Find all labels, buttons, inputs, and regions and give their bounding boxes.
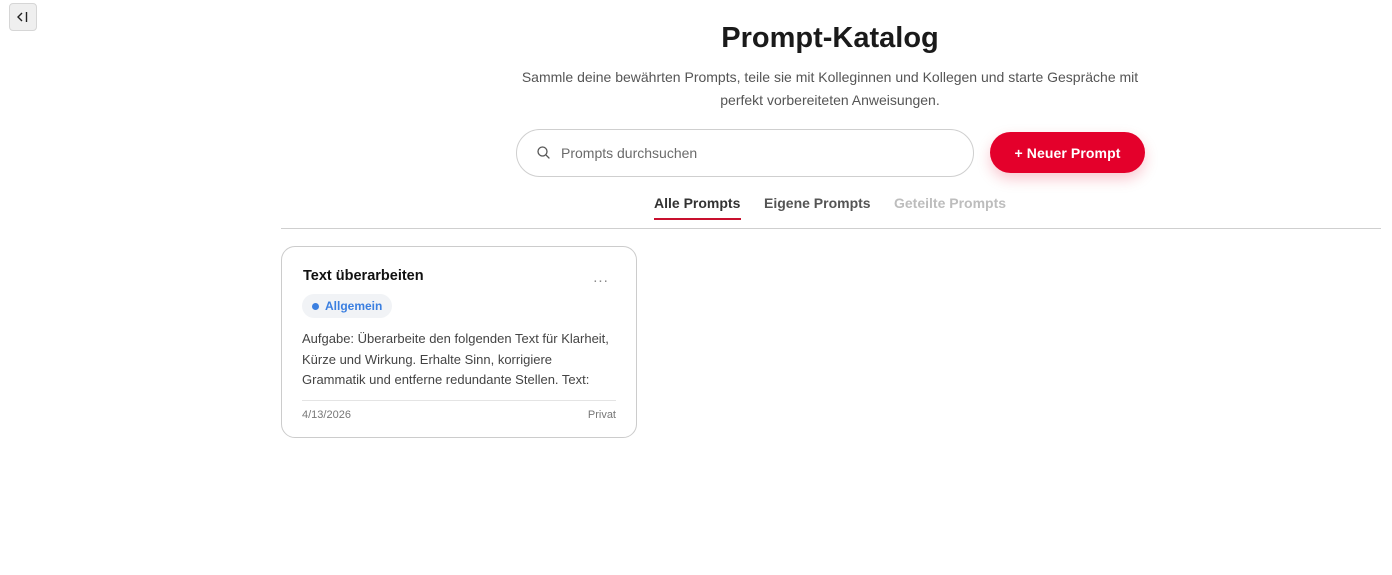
tab-shared-prompts[interactable]: Geteilte Prompts [894,195,1006,211]
category-dot-icon [312,302,319,310]
preview-line-1: Aufgabe: Überarbeite den folgenden Text … [302,331,609,346]
preview-line-3: Grammatik und entferne redundante Stelle… [302,372,590,387]
new-prompt-button[interactable]: + Neuer Prompt [990,132,1145,173]
search-icon [537,146,550,159]
more-options-icon[interactable]: ... [590,270,612,285]
subtitle-line-1: Sammle deine bewährten Prompts, teile si… [521,69,1139,85]
prompt-card-visibility: Privat [587,409,616,421]
tab-all-prompts[interactable]: Alle Prompts [654,195,742,220]
prompt-card-preview: Aufgabe: Überarbeite den folgenden Text … [302,329,620,391]
collapse-sidebar-icon [17,12,28,22]
prompt-tabs: Alle Prompts Eigene Prompts Geteilte Pro… [281,192,1381,229]
prompt-card-footer: 4/13/2026 Privat [302,400,616,427]
page-subtitle: Sammle deine bewährten Prompts, teile si… [510,66,1150,111]
search-input[interactable] [561,130,941,176]
category-badge: Allgemein [302,294,393,318]
search-box[interactable] [516,129,974,177]
prompt-card-title: Text überarbeiten [303,268,424,284]
tab-own-prompts[interactable]: Eigene Prompts [764,195,871,211]
prompt-catalog-page: Prompt-Katalog Sammle deine bewährten Pr… [0,0,1392,575]
page-title: Prompt-Katalog [721,22,939,54]
subtitle-line-2: perfekt vorbereiteten Anweisungen. [720,91,940,108]
category-label: Allgemein [325,299,383,313]
prompt-card[interactable]: Text überarbeiten ... Allgemein Aufgabe:… [281,246,637,438]
preview-line-2: Kürze und Wirkung. Erhalte Sinn, korrigi… [302,351,553,367]
prompt-card-date: 4/13/2026 [302,409,351,421]
sidebar-toggle-button[interactable] [9,3,37,31]
